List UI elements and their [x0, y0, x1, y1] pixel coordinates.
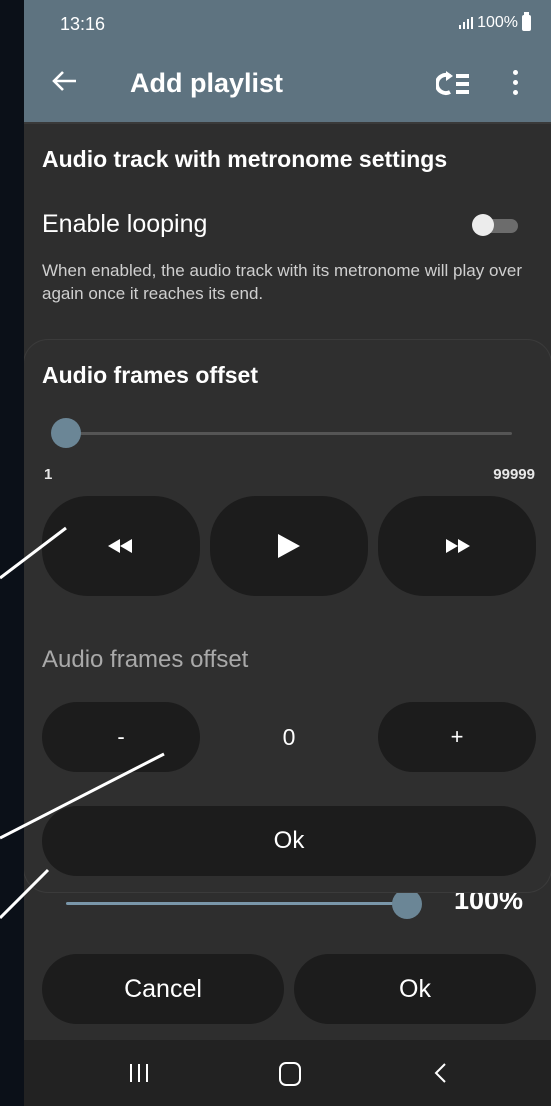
dialog-ok-button[interactable]: Ok: [42, 806, 536, 876]
arrow-left-icon[interactable]: [50, 66, 80, 96]
signal-icon: [459, 17, 474, 29]
play-button[interactable]: [210, 496, 368, 596]
section-title: Audio track with metronome settings: [42, 146, 448, 172]
system-nav-bar: [24, 1040, 551, 1106]
recents-icon[interactable]: [129, 1064, 149, 1082]
playlist-loop-icon[interactable]: [436, 70, 470, 98]
volume-slider-track[interactable]: [66, 902, 418, 905]
rewind-icon: [108, 539, 132, 553]
enable-looping-toggle[interactable]: [472, 214, 520, 236]
enable-looping-label: Enable looping: [42, 210, 208, 238]
battery-percent: 100%: [477, 14, 518, 31]
ok-button[interactable]: Ok: [294, 954, 536, 1024]
offset-slider-thumb[interactable]: [51, 418, 81, 448]
fast-forward-icon: [446, 539, 470, 553]
offset-slider-track[interactable]: [66, 432, 512, 435]
cancel-button[interactable]: Cancel: [42, 954, 284, 1024]
rewind-button[interactable]: [42, 496, 200, 596]
offset-range-max: 99999: [493, 466, 535, 483]
decrement-button[interactable]: -: [42, 702, 200, 772]
dialog-title: Audio frames offset: [42, 362, 258, 388]
app-toolbar: Add playlist: [24, 46, 551, 122]
offset-value: 0: [282, 724, 296, 750]
offset-label: Audio frames offset: [42, 646, 249, 673]
increment-button[interactable]: +: [378, 702, 536, 772]
home-icon[interactable]: [279, 1062, 301, 1086]
back-chevron-icon[interactable]: [430, 1062, 452, 1084]
fast-forward-button[interactable]: [378, 496, 536, 596]
toggle-thumb: [472, 214, 494, 236]
phone-screen: 13:16 100% Add playlist Audio track with…: [24, 0, 551, 1106]
play-icon: [278, 534, 300, 558]
more-vertical-icon[interactable]: [509, 70, 521, 100]
volume-slider-thumb[interactable]: [392, 889, 422, 919]
status-bar: 13:16 100%: [24, 0, 551, 46]
status-indicators: 100%: [459, 12, 531, 32]
page-title: Add playlist: [130, 68, 284, 98]
status-time: 13:16: [60, 14, 106, 34]
battery-icon: [522, 12, 531, 31]
offset-range-min: 1: [44, 466, 53, 483]
enable-looping-description: When enabled, the audio track with its m…: [42, 261, 523, 303]
